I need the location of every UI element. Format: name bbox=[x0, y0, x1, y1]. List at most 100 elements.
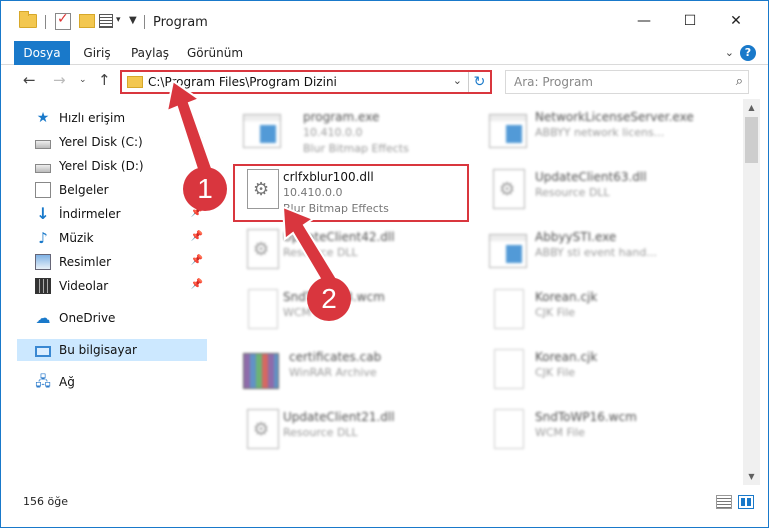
file-icon bbox=[494, 289, 524, 329]
sidebar-item-label: Videolar bbox=[59, 279, 109, 293]
archive-icon bbox=[243, 353, 279, 389]
tab-home[interactable]: Giriş bbox=[77, 41, 117, 65]
file-icon bbox=[494, 349, 524, 389]
forward-arrow-icon[interactable]: → bbox=[53, 71, 66, 89]
music-icon: ♪ bbox=[38, 229, 48, 247]
title-bar: ▾ ▼ Program — ☐ ✕ bbox=[1, 1, 768, 41]
sidebar-item-music[interactable]: ♪ Müzik 📌 bbox=[17, 227, 207, 249]
recent-locations-icon[interactable]: ⌄ bbox=[79, 75, 87, 85]
pictures-icon bbox=[35, 254, 51, 270]
properties-check-icon[interactable] bbox=[55, 11, 71, 30]
file-version: 10.410.0.0 bbox=[303, 126, 363, 139]
collapse-ribbon-icon[interactable]: ⌄ bbox=[725, 46, 734, 59]
sidebar-item-label: Yerel Disk (D:) bbox=[59, 159, 144, 173]
pin-icon[interactable]: 📌 bbox=[191, 255, 203, 266]
chevron-down-icon[interactable]: ▾ bbox=[116, 15, 121, 25]
scroll-up-icon[interactable]: ▲ bbox=[743, 99, 760, 116]
file-item[interactable]: UpdateClient63.dll Resource DLL bbox=[475, 165, 715, 221]
file-name: SndToWP16.wcm bbox=[535, 410, 637, 424]
file-description: CJK File bbox=[535, 366, 576, 379]
sidebar-item-onedrive[interactable]: ☁ OneDrive bbox=[17, 307, 207, 329]
file-item[interactable]: program.exe 10.410.0.0 Blur Bitmap Effec… bbox=[229, 105, 469, 161]
file-item[interactable]: NetworkLicenseServer.exe ABBYY network l… bbox=[475, 105, 715, 161]
sidebar-item-label: Belgeler bbox=[59, 183, 109, 197]
search-input[interactable]: Ara: Program bbox=[514, 75, 593, 89]
disk-icon bbox=[35, 139, 51, 149]
search-icon[interactable]: ⌕ bbox=[736, 74, 743, 89]
file-item[interactable]: SndToWP16.wcm WCM File bbox=[475, 405, 715, 461]
sidebar-item-label: Yerel Disk (C:) bbox=[59, 135, 143, 149]
file-name: AbbyySTI.exe bbox=[535, 230, 617, 244]
details-view-icon[interactable] bbox=[716, 495, 732, 509]
file-icon bbox=[494, 409, 524, 449]
folder-icon bbox=[127, 76, 143, 88]
maximize-button[interactable]: ☐ bbox=[667, 1, 713, 41]
file-name: NetworkLicenseServer.exe bbox=[535, 110, 694, 124]
sidebar-item-label: Resimler bbox=[59, 255, 112, 269]
sidebar-item-label: Bu bilgisayar bbox=[59, 343, 137, 357]
scroll-down-icon[interactable]: ▼ bbox=[743, 468, 760, 485]
exe-icon bbox=[489, 114, 527, 148]
exe-icon bbox=[489, 234, 527, 268]
large-icons-view-icon[interactable] bbox=[738, 495, 754, 509]
vertical-scrollbar[interactable]: ▲ ▼ bbox=[743, 99, 760, 485]
sidebar-item-this-pc[interactable]: Bu bilgisayar bbox=[17, 339, 207, 361]
file-item[interactable]: certificates.cab WinRAR Archive bbox=[229, 345, 469, 401]
network-icon: 🖧 bbox=[35, 374, 51, 390]
sidebar-item-downloads[interactable]: ↓ İndirmeler 📌 bbox=[17, 203, 207, 225]
tab-share[interactable]: Paylaş bbox=[125, 41, 175, 65]
file-item[interactable]: Korean.cjk CJK File bbox=[475, 285, 715, 341]
step-badge-1: 1 bbox=[183, 167, 227, 211]
file-description: WCM File bbox=[535, 426, 585, 439]
help-icon[interactable]: ? bbox=[740, 45, 756, 61]
file-name: Korean.cjk bbox=[535, 350, 598, 364]
file-description: Resource DLL bbox=[283, 426, 358, 439]
star-icon: ★ bbox=[36, 110, 50, 126]
file-name: UpdateClient21.dll bbox=[283, 410, 395, 424]
videos-icon bbox=[35, 278, 51, 294]
divider bbox=[45, 15, 46, 29]
status-bar: 156 öğe bbox=[1, 485, 768, 527]
file-name: certificates.cab bbox=[289, 350, 382, 364]
new-folder-icon[interactable] bbox=[79, 14, 95, 28]
file-item[interactable]: Korean.cjk CJK File bbox=[475, 345, 715, 401]
back-arrow-icon[interactable]: ← bbox=[23, 71, 36, 89]
file-item[interactable]: AbbyySTI.exe ABBY sti event hand... bbox=[475, 225, 715, 281]
tab-view[interactable]: Görünüm bbox=[183, 41, 247, 65]
ribbon-tabs: Dosya Giriş Paylaş Görünüm ⌄ ? bbox=[1, 41, 768, 97]
sidebar-item-label: Ağ bbox=[59, 375, 75, 389]
dll-icon bbox=[247, 409, 279, 449]
folder-icon bbox=[19, 11, 37, 28]
close-icon: ✕ bbox=[730, 13, 742, 29]
exe-icon bbox=[243, 114, 281, 148]
up-arrow-icon[interactable]: ↑ bbox=[98, 71, 111, 89]
customize-toolbar-icon[interactable]: ▼ bbox=[129, 15, 137, 26]
window-title: Program bbox=[153, 15, 208, 30]
file-name: Korean.cjk bbox=[535, 290, 598, 304]
file-name: program.exe bbox=[303, 110, 380, 124]
sidebar-item-videos[interactable]: Videolar 📌 bbox=[17, 275, 207, 297]
file-explorer-window: ▾ ▼ Program — ☐ ✕ Dosya Giriş Paylaş Gör… bbox=[0, 0, 769, 528]
search-box[interactable]: Ara: Program ⌕ bbox=[505, 70, 749, 94]
sidebar-item-pictures[interactable]: Resimler 📌 bbox=[17, 251, 207, 273]
file-item[interactable]: UpdateClient21.dll Resource DLL bbox=[229, 405, 469, 461]
pin-icon[interactable]: 📌 bbox=[191, 231, 203, 242]
minimize-icon: — bbox=[637, 13, 651, 29]
refresh-icon[interactable]: ↻ bbox=[468, 72, 490, 92]
chevron-down-icon[interactable]: ⌄ bbox=[453, 74, 462, 87]
item-count: 156 öğe bbox=[23, 495, 68, 508]
divider bbox=[144, 15, 145, 29]
file-description: ABBY sti event hand... bbox=[535, 246, 657, 259]
file-description: Resource DLL bbox=[535, 186, 610, 199]
computer-icon bbox=[35, 345, 51, 357]
sidebar-item-label: Müzik bbox=[59, 231, 94, 245]
file-description: WinRAR Archive bbox=[289, 366, 377, 379]
step-badge-2: 2 bbox=[307, 277, 351, 321]
sidebar-item-network[interactable]: 🖧 Ağ bbox=[17, 371, 207, 393]
sidebar-item-label: OneDrive bbox=[59, 311, 116, 325]
pin-icon[interactable]: 📌 bbox=[191, 279, 203, 290]
minimize-button[interactable]: — bbox=[621, 1, 667, 41]
scrollbar-thumb[interactable] bbox=[745, 117, 758, 163]
view-properties-icon[interactable] bbox=[99, 14, 113, 28]
close-button[interactable]: ✕ bbox=[713, 1, 759, 41]
